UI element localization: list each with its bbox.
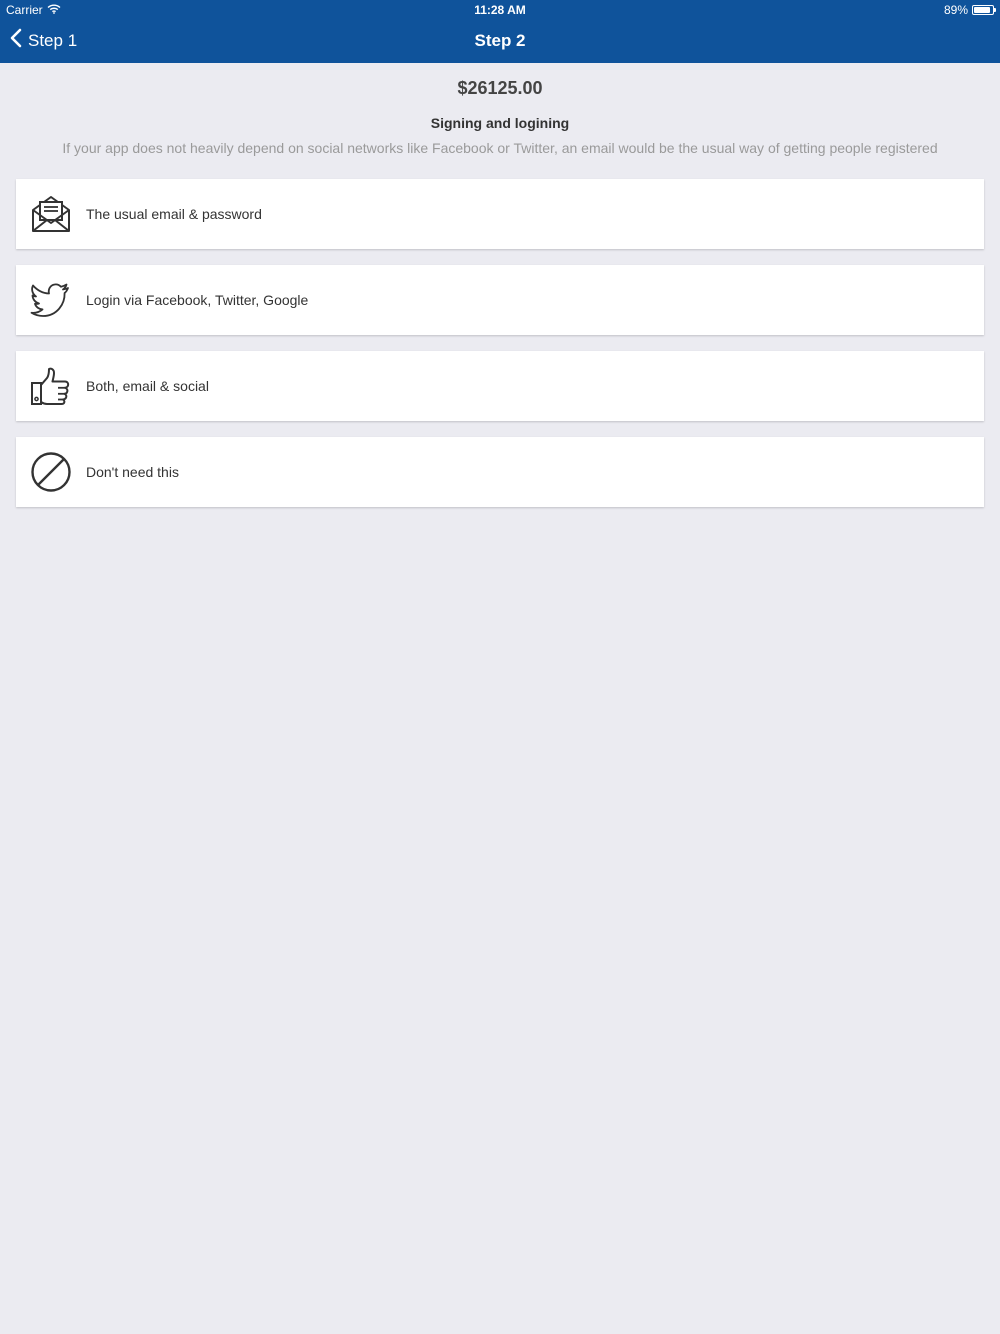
section-title: Signing and logining bbox=[430, 115, 570, 131]
option-email-password[interactable]: The usual email & password bbox=[16, 179, 984, 249]
navigation-bar: Step 1 Step 2 bbox=[0, 20, 1000, 63]
section-description: If your app does not heavily depend on s… bbox=[62, 140, 938, 156]
status-time: 11:28 AM bbox=[474, 3, 526, 17]
thumbs-up-icon bbox=[30, 365, 72, 407]
option-label: The usual email & password bbox=[86, 206, 262, 222]
battery-fill bbox=[974, 7, 991, 13]
option-label: Both, email & social bbox=[86, 378, 209, 394]
top-bar: Carrier 11:28 AM 89% Step 1 Step 2 bbox=[0, 0, 1000, 63]
prohibited-icon bbox=[30, 451, 72, 493]
page-title: Step 2 bbox=[474, 31, 526, 50]
envelope-icon bbox=[30, 193, 72, 235]
twitter-bird-icon bbox=[30, 279, 72, 321]
option-both[interactable]: Both, email & social bbox=[16, 351, 984, 421]
option-label: Login via Facebook, Twitter, Google bbox=[86, 292, 309, 308]
total-price: $26125.00 bbox=[457, 78, 543, 98]
status-bar: Carrier 11:28 AM 89% bbox=[0, 0, 1000, 20]
battery-icon bbox=[972, 5, 996, 15]
option-label: Don't need this bbox=[86, 464, 179, 480]
option-social-login[interactable]: Login via Facebook, Twitter, Google bbox=[16, 265, 984, 335]
option-dont-need[interactable]: Don't need this bbox=[16, 437, 984, 507]
battery-indicator: 89% bbox=[943, 3, 996, 17]
battery-percent: 89% bbox=[943, 3, 968, 17]
